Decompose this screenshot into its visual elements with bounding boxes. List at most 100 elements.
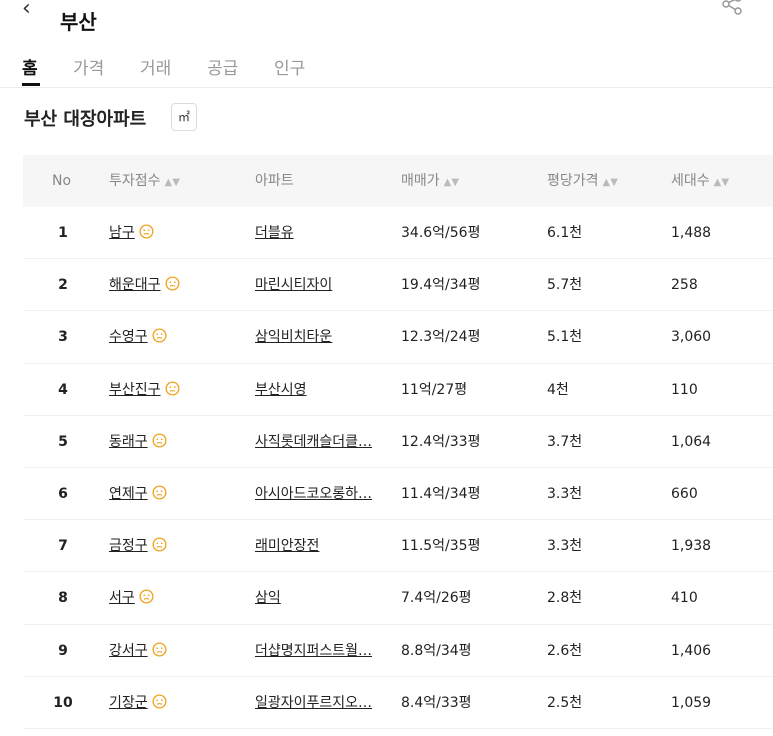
apartment-link[interactable]: 마린시티자이 — [255, 259, 395, 311]
row-number: 10 — [53, 694, 73, 711]
row-number: 4 — [58, 381, 68, 398]
sort-arrows-icon[interactable]: ▲▼ — [714, 177, 729, 188]
neutral-face-icon — [139, 589, 154, 604]
investment-score-cell: 부산진구 — [109, 364, 180, 416]
column-units[interactable]: 세대수 ▲▼ — [671, 155, 729, 207]
district-link[interactable]: 서구 — [109, 590, 135, 606]
district-link[interactable]: 연제구 — [109, 486, 148, 502]
price-cell: 11억/27평 — [401, 381, 468, 398]
apartment-link[interactable]: 래미안장전 — [255, 520, 395, 572]
column-apartment: 아파트 — [255, 173, 294, 189]
apartment-link[interactable]: 부산시영 — [255, 364, 395, 416]
apartment-link[interactable]: 삼익 — [255, 572, 395, 624]
price-cell: 12.4억/33평 — [401, 433, 481, 450]
district-link[interactable]: 동래구 — [109, 434, 148, 450]
neutral-face-icon — [152, 328, 167, 343]
units-cell: 1,488 — [671, 225, 712, 241]
price-per-pyeong-cell: 5.7천 — [547, 277, 583, 294]
price-per-pyeong-cell: 3.3천 — [547, 485, 583, 502]
back-chevron-icon[interactable]: ‹ — [22, 0, 31, 21]
units-cell: 1,059 — [671, 694, 712, 711]
column-label: 평당가격 — [547, 173, 599, 189]
apartment-link[interactable]: 더블유 — [255, 207, 395, 259]
units-cell: 410 — [671, 590, 698, 607]
tab-price[interactable]: 가격 — [73, 54, 104, 79]
neutral-face-icon — [152, 537, 167, 552]
table-row[interactable]: 1 남구 더블유 34.6억/56평 6.1천 1,488 — [23, 207, 773, 260]
neutral-face-icon — [164, 276, 180, 291]
unit-toggle-button[interactable]: ㎡ — [171, 103, 197, 131]
table-row[interactable]: 4 부산진구 부산시영 11억/27평 4천 110 — [23, 364, 773, 416]
units-cell: 660 — [671, 485, 698, 502]
tab-population[interactable]: 인구 — [274, 54, 305, 79]
price-per-pyeong-cell: 4천 — [547, 381, 569, 398]
sort-arrows-icon[interactable]: ▲▼ — [603, 177, 618, 188]
units-cell: 1,938 — [671, 538, 712, 555]
units-cell: 3,060 — [671, 329, 712, 346]
table-row[interactable]: 8 서구 삼익 7.4억/26평 2.8천 410 — [23, 572, 773, 625]
price-per-pyeong-cell: 2.6천 — [547, 642, 583, 659]
apartment-link[interactable]: 일광자이푸르지오… — [255, 677, 395, 729]
row-number: 5 — [58, 433, 68, 450]
apartment-link[interactable]: 삼익비치타운 — [255, 311, 395, 363]
active-tab-indicator — [22, 83, 40, 86]
apartment-link[interactable]: 사직롯데캐슬더클… — [255, 416, 395, 468]
tab-bar: 홈 가격 거래 공급 인구 — [0, 50, 773, 88]
district-link[interactable]: 해운대구 — [109, 277, 161, 293]
table-body: 1 남구 더블유 34.6억/56평 6.1천 1,488 2 해운대구 마린시티자이 19.4억… — [23, 207, 773, 729]
neutral-face-icon — [152, 485, 167, 500]
price-cell: 34.6억/56평 — [401, 225, 481, 241]
district-link[interactable]: 남구 — [109, 225, 135, 241]
neutral-face-icon — [152, 641, 167, 657]
district-link[interactable]: 부산진구 — [109, 382, 161, 398]
neutral-face-icon — [139, 224, 154, 239]
investment-score-cell: 기장군 — [109, 677, 167, 729]
column-label: 투자점수 — [109, 173, 161, 189]
page-title: 부산 — [60, 10, 97, 34]
table-row[interactable]: 5 동래구 사직롯데캐슬더클… 12.4억/33평 3.7천 1,064 — [23, 416, 773, 468]
investment-score-cell: 연제구 — [109, 468, 167, 520]
column-price[interactable]: 매매가 ▲▼ — [401, 155, 459, 207]
row-number: 9 — [58, 642, 68, 659]
price-cell: 8.8억/34평 — [401, 642, 472, 659]
table-row[interactable]: 9 강서구 더샵명지퍼스트월… 8.8억/34평 2.6천 1,406 — [23, 625, 773, 677]
price-per-pyeong-cell: 3.7천 — [547, 433, 583, 450]
investment-score-cell: 남구 — [109, 207, 154, 259]
column-price-per-pyeong[interactable]: 평당가격 ▲▼ — [547, 155, 618, 207]
sort-arrows-icon[interactable]: ▲▼ — [165, 177, 180, 188]
district-link[interactable]: 금정구 — [109, 538, 148, 554]
district-link[interactable]: 기장군 — [109, 695, 148, 711]
price-cell: 8.4억/33평 — [401, 694, 472, 711]
row-number: 7 — [58, 538, 68, 555]
table-row[interactable]: 3 수영구 삼익비치타운 12.3억/24평 5.1천 3,060 — [23, 311, 773, 364]
price-cell: 12.3억/24평 — [401, 329, 481, 346]
sort-arrows-icon[interactable]: ▲▼ — [444, 177, 459, 188]
row-number: 2 — [58, 277, 68, 294]
table-row[interactable]: 2 해운대구 마린시티자이 19.4억/34평 5.7천 258 — [23, 259, 773, 312]
investment-score-cell: 수영구 — [109, 311, 167, 363]
units-cell: 1,406 — [671, 642, 712, 659]
column-label: 매매가 — [401, 173, 440, 189]
district-link[interactable]: 강서구 — [109, 643, 148, 659]
table-header: No 투자점수 ▲▼ 아파트 매매가 ▲▼ 평당가격 ▲▼ 세대수 ▲▼ — [23, 155, 773, 207]
price-cell: 7.4억/26평 — [401, 590, 472, 607]
neutral-face-icon — [152, 433, 167, 448]
apartment-link[interactable]: 아시아드코오롱하… — [255, 468, 395, 520]
investment-score-cell: 해운대구 — [109, 259, 180, 311]
table-row[interactable]: 7 금정구 래미안장전 11.5억/35평 3.3천 1,938 — [23, 520, 773, 573]
units-cell: 110 — [671, 381, 698, 398]
apartment-link[interactable]: 더샵명지퍼스트월… — [255, 625, 395, 677]
price-per-pyeong-cell: 6.1천 — [547, 225, 583, 241]
tab-home[interactable]: 홈 — [22, 54, 38, 79]
share-icon[interactable] — [720, 0, 744, 18]
units-cell: 258 — [671, 277, 698, 294]
table-row[interactable]: 10 기장군 일광자이푸르지오… 8.4억/33평 2.5천 1,059 — [23, 677, 773, 729]
row-number: 1 — [58, 225, 68, 241]
tab-trade[interactable]: 거래 — [140, 54, 171, 79]
column-investment-score[interactable]: 투자점수 ▲▼ — [109, 155, 180, 207]
neutral-face-icon — [152, 694, 167, 709]
table-row[interactable]: 6 연제구 아시아드코오롱하… 11.4억/34평 3.3천 660 — [23, 468, 773, 521]
price-per-pyeong-cell: 2.5천 — [547, 694, 583, 711]
tab-supply[interactable]: 공급 — [207, 54, 238, 79]
district-link[interactable]: 수영구 — [109, 329, 148, 345]
